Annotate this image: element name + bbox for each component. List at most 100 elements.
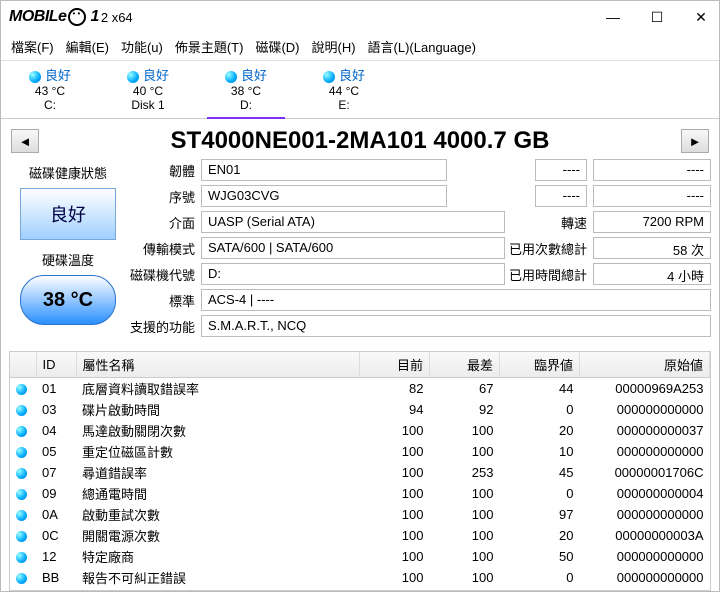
cell-current: 100 [360, 588, 430, 591]
table-row[interactable]: 0A啟動重試次數10010097000000000000 [10, 504, 710, 525]
row-status-icon [16, 405, 27, 416]
cell-threshold: 50 [500, 546, 580, 567]
cell-id: 0C [36, 525, 76, 546]
col-raw[interactable]: 原始値 [580, 352, 710, 378]
status-dot-icon [127, 71, 139, 83]
cell-raw: 000000000000 [580, 588, 710, 591]
hours-label: 已用時間總計 [505, 265, 593, 284]
disk-status: 良好 [45, 68, 71, 83]
cell-raw: 000000000000 [580, 504, 710, 525]
disk-tab-3[interactable]: 良好44 °CE: [295, 61, 393, 118]
disk-tab-1[interactable]: 良好40 °CDisk 1 [99, 61, 197, 118]
maximize-button[interactable]: ☐ [647, 9, 667, 26]
main-panel: 磁碟健康狀態 良好 硬碟溫度 38 °C 韌體 EN01 ---- ---- 序… [1, 159, 719, 347]
cell-name: 特定廠商 [76, 546, 360, 567]
cell-id: 04 [36, 420, 76, 441]
smart-table-wrap[interactable]: ID 屬性名稱 目前 最差 臨界値 原始値 01底層資料讀取錯誤率8267440… [9, 351, 711, 591]
minimize-button[interactable]: — [603, 9, 623, 26]
cell-current: 100 [360, 420, 430, 441]
cell-id: BB [36, 567, 76, 588]
cell-worst: 100 [430, 567, 500, 588]
cell-current: 100 [360, 525, 430, 546]
cell-current: 100 [360, 567, 430, 588]
app-window: MOBILe1 2 x64 — ☐ ✕ 檔案(F) 編輯(E) 功能(u) 佈景… [0, 0, 720, 592]
powercount-label: 已用次數總計 [505, 239, 593, 258]
health-label: 磁碟健康狀態 [9, 163, 127, 182]
dash-cell-3: ---- [535, 185, 587, 207]
cell-name: 底層資料讀取錯誤率 [76, 378, 360, 400]
cell-worst: 100 [430, 525, 500, 546]
col-dot[interactable] [10, 352, 36, 378]
table-row[interactable]: BC通訊超時1001000000000000000 [10, 588, 710, 591]
table-row[interactable]: 03碟片啟動時間94920000000000000 [10, 399, 710, 420]
col-current[interactable]: 目前 [360, 352, 430, 378]
cell-current: 100 [360, 441, 430, 462]
menu-edit[interactable]: 編輯(E) [62, 35, 113, 58]
smart-table: ID 屬性名稱 目前 最差 臨界値 原始値 01底層資料讀取錯誤率8267440… [10, 352, 710, 591]
titlebar: MOBILe1 2 x64 — ☐ ✕ [1, 1, 719, 33]
cell-threshold: 97 [500, 504, 580, 525]
menu-language[interactable]: 語言(L)(Language) [364, 35, 480, 58]
dash-cell-4: ---- [593, 185, 711, 207]
cell-current: 100 [360, 462, 430, 483]
health-badge[interactable]: 良好 [20, 188, 116, 240]
cell-raw: 000000000000 [580, 546, 710, 567]
interface-label: 介面 [127, 213, 201, 232]
table-row[interactable]: 07尋道錯誤率1002534500000001706C [10, 462, 710, 483]
menu-function[interactable]: 功能(u) [117, 35, 167, 58]
table-row[interactable]: BB報告不可糾正錯誤1001000000000000000 [10, 567, 710, 588]
cell-id: 09 [36, 483, 76, 504]
row-status-icon [16, 573, 27, 584]
menu-theme[interactable]: 佈景主題(T) [171, 35, 248, 58]
menu-file[interactable]: 檔案(F) [7, 35, 58, 58]
row-status-icon [16, 426, 27, 437]
disk-status: 良好 [143, 68, 169, 83]
table-row[interactable]: 0C開關電源次數1001002000000000003A [10, 525, 710, 546]
col-id[interactable]: ID [36, 352, 76, 378]
next-disk-button[interactable]: ► [681, 129, 709, 153]
transfer-label: 傳輸模式 [127, 239, 201, 258]
drive-label: 磁碟機代號 [127, 265, 201, 284]
table-row[interactable]: 05重定位磁區計數10010010000000000000 [10, 441, 710, 462]
status-dot-icon [29, 71, 41, 83]
row-status-icon [16, 510, 27, 521]
standard-label: 標準 [127, 291, 201, 310]
disk-slot: Disk 1 [99, 98, 197, 112]
cell-threshold: 0 [500, 399, 580, 420]
table-row[interactable]: 04馬達啟動關閉次數10010020000000000037 [10, 420, 710, 441]
cell-current: 100 [360, 504, 430, 525]
cell-name: 碟片啟動時間 [76, 399, 360, 420]
col-threshold[interactable]: 臨界値 [500, 352, 580, 378]
dash-cell-2: ---- [593, 159, 711, 181]
disk-temp: 38 °C [197, 84, 295, 98]
table-row[interactable]: 01底層資料讀取錯誤率82674400000969A253 [10, 378, 710, 400]
menu-help[interactable]: 說明(H) [308, 35, 360, 58]
disk-tab-0[interactable]: 良好43 °CC: [1, 61, 99, 118]
disk-tabs: 良好43 °CC:良好40 °CDisk 1良好38 °CD:良好44 °CE: [1, 61, 719, 119]
cell-id: 0A [36, 504, 76, 525]
status-dot-icon [225, 71, 237, 83]
table-row[interactable]: 12特定廠商10010050000000000000 [10, 546, 710, 567]
disk-status: 良好 [241, 68, 267, 83]
disk-slot: D: [197, 98, 295, 112]
table-row[interactable]: 09總通電時間1001000000000000004 [10, 483, 710, 504]
prev-disk-button[interactable]: ◄ [11, 129, 39, 153]
app-logo: MOBILe [9, 8, 66, 26]
interface-value: UASP (Serial ATA) [201, 211, 505, 233]
cell-raw: 000000000000 [580, 567, 710, 588]
cell-id: 03 [36, 399, 76, 420]
temp-badge[interactable]: 38 °C [20, 275, 116, 325]
disk-tab-2[interactable]: 良好38 °CD: [197, 61, 295, 118]
disk-slot: E: [295, 98, 393, 112]
title-suffix: 2 x64 [101, 10, 133, 25]
cell-threshold: 10 [500, 441, 580, 462]
menu-disk[interactable]: 磁碟(D) [251, 35, 303, 58]
close-button[interactable]: ✕ [691, 9, 711, 26]
col-name[interactable]: 屬性名稱 [76, 352, 360, 378]
model-header: ◄ ST4000NE001-2MA101 4000.7 GB ► [1, 119, 719, 159]
logo-face-icon [68, 8, 86, 26]
row-status-icon [16, 468, 27, 479]
serial-value: WJG03CVG [201, 185, 447, 207]
col-worst[interactable]: 最差 [430, 352, 500, 378]
cell-worst: 92 [430, 399, 500, 420]
